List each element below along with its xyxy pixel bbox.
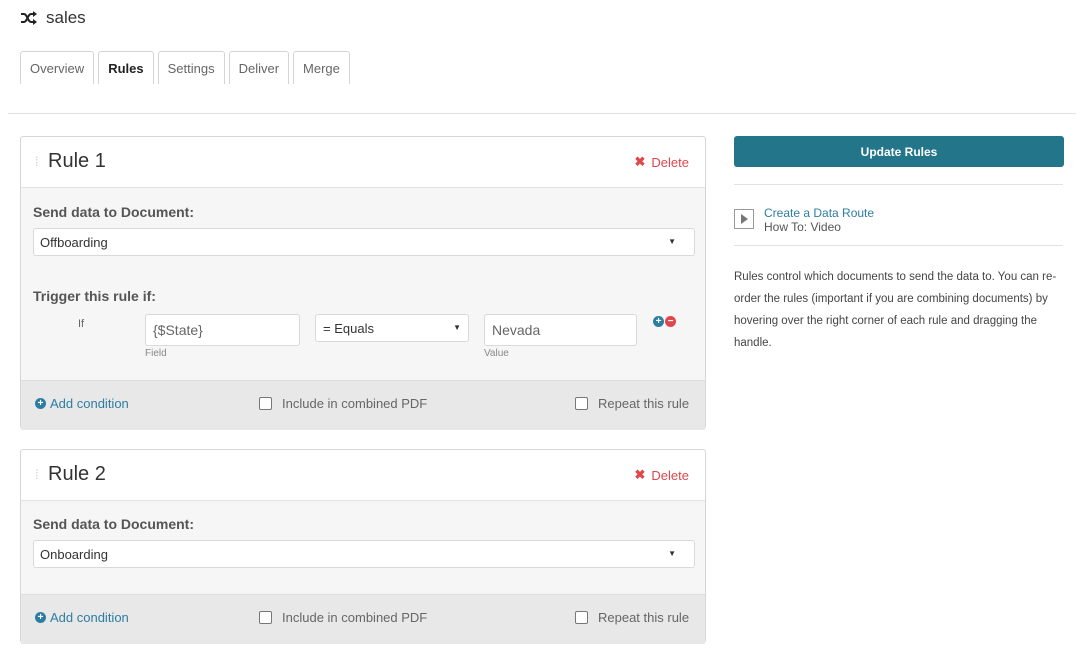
add-condition-button[interactable]: + Add condition [35, 610, 129, 625]
document-select-value: Onboarding [40, 546, 108, 562]
rule-header: ⁞ Rule 1 ✖ Delete [21, 137, 705, 188]
tab-overview[interactable]: Overview [20, 51, 95, 84]
value-caption: Value [484, 348, 509, 359]
close-icon: ✖ [634, 154, 646, 169]
add-condition-icon[interactable]: + [653, 316, 664, 327]
field-caption: Field [145, 348, 167, 359]
repeat-rule-checkbox[interactable]: Repeat this rule [575, 396, 689, 411]
checkbox-box [575, 611, 588, 624]
tab-merge[interactable]: Merge [293, 51, 350, 84]
if-label: If [78, 318, 85, 330]
delete-rule-button[interactable]: ✖ Delete [635, 467, 689, 483]
add-condition-label: Add condition [50, 396, 129, 411]
video-link-block: Create a Data Route How To: Video [734, 206, 874, 234]
update-rules-button[interactable]: Update Rules [734, 136, 1064, 167]
send-data-label: Send data to Document: [33, 516, 195, 532]
plus-circle-icon: + [35, 398, 46, 409]
rule-card-2: ⁞ Rule 2 ✖ Delete Send data to Document:… [20, 449, 706, 644]
tab-bar: Overview Rules Settings Deliver Merge [20, 51, 350, 84]
remove-condition-icon[interactable]: − [665, 316, 676, 327]
help-text: Rules control which documents to send th… [734, 271, 1057, 349]
rule-body: Send data to Document: Offboarding ▼ Tri… [21, 188, 705, 430]
repeat-rule-checkbox[interactable]: Repeat this rule [575, 610, 689, 625]
caret-down-icon: ▼ [668, 549, 676, 558]
document-select-value: Offboarding [40, 234, 108, 250]
drag-handle-icon[interactable]: ⁞ [35, 467, 39, 482]
repeat-rule-label: Repeat this rule [598, 610, 690, 625]
tab-deliver[interactable]: Deliver [228, 51, 290, 84]
checkbox-box [259, 611, 272, 624]
include-pdf-checkbox[interactable]: Include in combined PDF [259, 610, 427, 625]
header-divider [8, 113, 1076, 114]
operator-select-value: = Equals [323, 320, 374, 336]
condition-actions: + − [653, 316, 676, 327]
drag-handle-icon[interactable]: ⁞ [35, 154, 39, 169]
page-header: sales [20, 6, 86, 30]
rule-body: Send data to Document: Onboarding ▼ + Ad… [21, 501, 705, 644]
video-text: Create a Data Route How To: Video [764, 206, 874, 234]
sidebar-divider [734, 245, 1063, 246]
condition-value-input[interactable]: Nevada [484, 314, 637, 346]
include-pdf-label: Include in combined PDF [282, 610, 428, 625]
delete-label: Delete [651, 467, 689, 483]
page-title: sales [46, 8, 86, 27]
delete-label: Delete [651, 154, 689, 170]
rule-card-1: ⁞ Rule 1 ✖ Delete Send data to Document:… [20, 136, 706, 430]
include-pdf-checkbox[interactable]: Include in combined PDF [259, 396, 427, 411]
operator-select[interactable]: = Equals ▼ [315, 314, 469, 342]
video-icon [734, 209, 754, 229]
close-icon: ✖ [634, 467, 646, 482]
send-data-label: Send data to Document: [33, 204, 195, 220]
tab-rules[interactable]: Rules [98, 51, 154, 84]
rule-title: Rule 1 [48, 150, 106, 172]
rule-footer: + Add condition Include in combined PDF … [21, 594, 705, 644]
caret-down-icon: ▼ [453, 323, 461, 332]
plus-circle-icon: + [35, 612, 46, 623]
checkbox-box [575, 397, 588, 410]
checkbox-box [259, 397, 272, 410]
rule-header: ⁞ Rule 2 ✖ Delete [21, 450, 705, 501]
sidebar-divider [734, 184, 1063, 185]
shuffle-icon [21, 11, 37, 25]
rule-footer: + Add condition Include in combined PDF … [21, 380, 705, 430]
include-pdf-label: Include in combined PDF [282, 396, 428, 411]
delete-rule-button[interactable]: ✖ Delete [635, 154, 689, 170]
add-condition-label: Add condition [50, 610, 129, 625]
condition-field-input[interactable]: {$State} [145, 314, 300, 346]
repeat-rule-label: Repeat this rule [598, 396, 690, 411]
create-data-route-link[interactable]: Create a Data Route [764, 206, 874, 220]
video-caption: How To: Video [764, 220, 841, 234]
document-select[interactable]: Offboarding ▼ [33, 228, 695, 256]
tab-settings[interactable]: Settings [157, 51, 225, 84]
trigger-label: Trigger this rule if: [33, 288, 156, 304]
document-select[interactable]: Onboarding ▼ [33, 540, 695, 568]
caret-down-icon: ▼ [668, 237, 676, 246]
rule-title: Rule 2 [48, 463, 106, 485]
add-condition-button[interactable]: + Add condition [35, 396, 129, 411]
